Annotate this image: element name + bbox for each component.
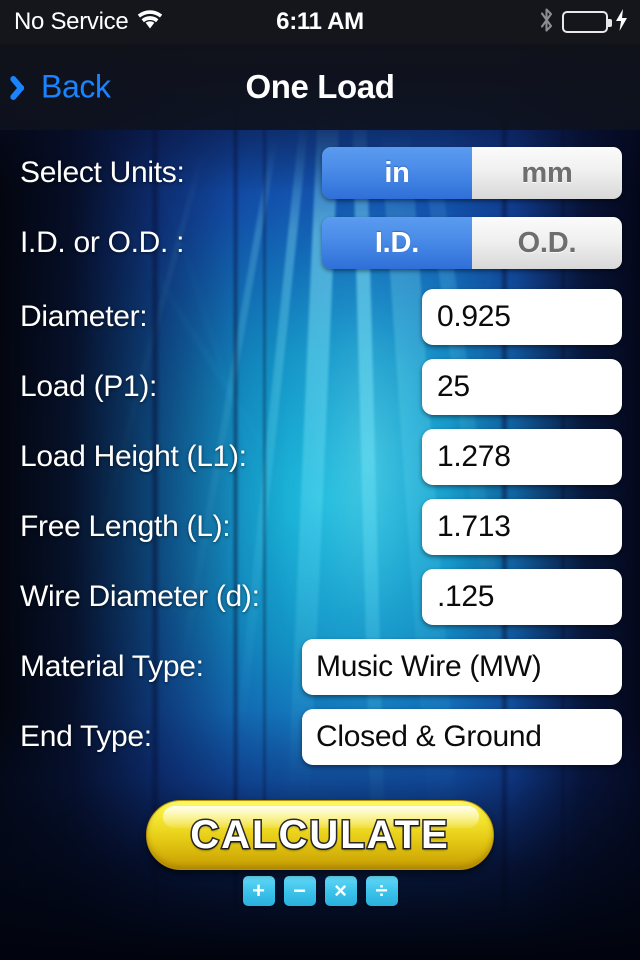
label-load-p1: Load (P1):	[20, 370, 158, 403]
segment-units-in[interactable]: in	[322, 147, 472, 199]
material-type-select[interactable]: Music Wire (MW)	[302, 639, 622, 695]
form-row-select-units: Select Units: in mm	[0, 138, 640, 208]
label-wire-diameter-d: Wire Diameter (d):	[20, 580, 260, 613]
wire-diameter-d-input[interactable]: .125	[422, 569, 622, 625]
form-row-material-type: Material Type: Music Wire (MW)	[0, 632, 640, 702]
load-p1-input[interactable]: 25	[422, 359, 622, 415]
battery-icon	[562, 11, 612, 33]
label-diameter: Diameter:	[20, 300, 148, 333]
units-segmented-control[interactable]: in mm	[322, 147, 622, 199]
label-id-or-od: I.D. or O.D. :	[20, 226, 185, 259]
label-free-length-l: Free Length (L):	[20, 510, 231, 543]
label-load-height-l1: Load Height (L1):	[20, 440, 247, 473]
label-select-units: Select Units:	[20, 156, 185, 189]
calculate-section: CALCULATE + − × ÷	[0, 800, 640, 906]
form-row-load-p1: Load (P1): 25	[0, 352, 640, 422]
segment-od[interactable]: O.D.	[472, 217, 622, 269]
page-title: One Load	[245, 68, 395, 105]
form-row-load-height-l1: Load Height (L1): 1.278	[0, 422, 640, 492]
calculate-button-label: CALCULATE	[189, 811, 450, 858]
diameter-type-segmented-control[interactable]: I.D. O.D.	[322, 217, 622, 269]
form-row-diameter: Diameter: 0.925	[0, 282, 640, 352]
form-row-free-length-l: Free Length (L): 1.713	[0, 492, 640, 562]
segment-id[interactable]: I.D.	[322, 217, 472, 269]
app-screen: No Service 6:11 AM Back One Load Select …	[0, 0, 640, 960]
load-height-l1-input[interactable]: 1.278	[422, 429, 622, 485]
multiply-icon: ×	[324, 876, 357, 906]
operator-icons: + − × ÷	[242, 876, 398, 906]
bluetooth-icon	[538, 7, 555, 38]
label-end-type: End Type:	[20, 720, 152, 753]
segment-units-mm[interactable]: mm	[472, 147, 622, 199]
minus-icon: −	[283, 876, 316, 906]
lightning-bolt-icon	[615, 8, 628, 36]
status-bar-right	[538, 7, 628, 38]
status-bar: No Service 6:11 AM	[0, 0, 640, 44]
free-length-l-input[interactable]: 1.713	[422, 499, 622, 555]
form-row-id-or-od: I.D. or O.D. : I.D. O.D.	[0, 208, 640, 278]
end-type-select[interactable]: Closed & Ground	[302, 709, 622, 765]
label-material-type: Material Type:	[20, 650, 204, 683]
navigation-bar: Back One Load	[0, 44, 640, 130]
calculate-button[interactable]: CALCULATE	[146, 800, 494, 870]
diameter-input[interactable]: 0.925	[422, 289, 622, 345]
divide-icon: ÷	[365, 876, 398, 906]
plus-icon: +	[242, 876, 275, 906]
form-row-wire-diameter-d: Wire Diameter (d): .125	[0, 562, 640, 632]
form-row-end-type: End Type: Closed & Ground	[0, 702, 640, 772]
